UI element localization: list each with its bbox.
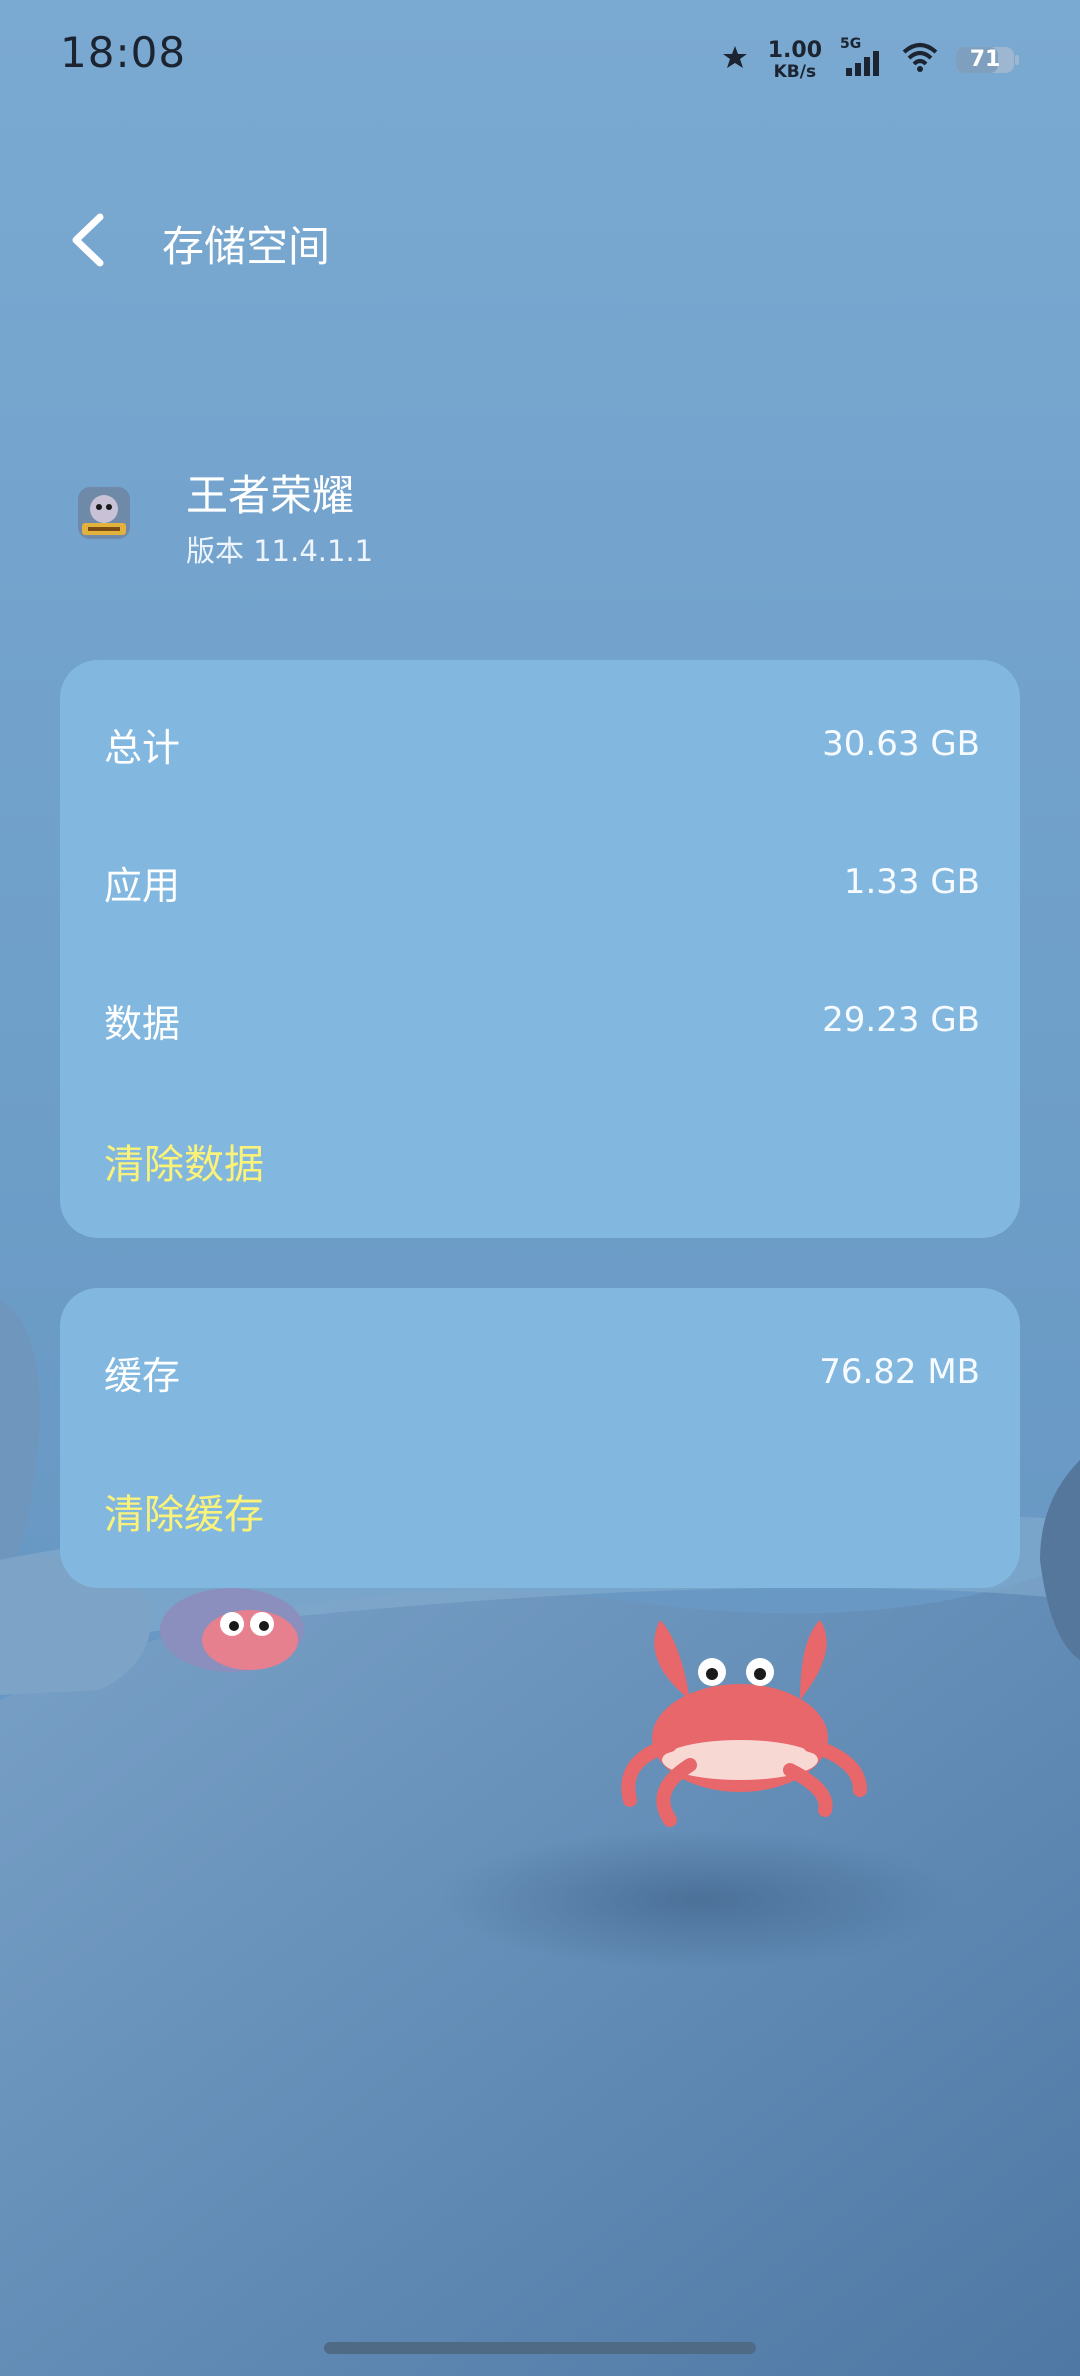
row-value: 1.33 GB: [843, 862, 980, 902]
clear-data-button[interactable]: 清除数据: [104, 1132, 264, 1190]
row-value: 30.63 GB: [822, 724, 980, 764]
chevron-left-icon: [72, 213, 104, 267]
battery-icon: 71: [956, 45, 1020, 75]
page-title: 存储空间: [162, 222, 331, 271]
home-indicator[interactable]: [324, 2342, 756, 2354]
alarm-icon: [720, 43, 750, 77]
row-label: 应用: [104, 863, 181, 908]
app-icon: [78, 487, 130, 539]
app-version: 版本 11.4.1.1: [186, 534, 374, 568]
storage-row-total: 总计 30.63 GB: [104, 704, 980, 784]
net-speed-value: 1.00: [767, 37, 822, 63]
storage-card: 总计 30.63 GB 应用 1.33 GB 数据 29.23 GB 清除数据: [60, 660, 1020, 1238]
row-value: 76.82 MB: [819, 1352, 980, 1392]
row-value: 29.23 GB: [822, 1000, 980, 1040]
storage-row-data: 数据 29.23 GB: [104, 980, 980, 1060]
storage-row-app: 应用 1.33 GB: [104, 842, 980, 922]
status-time: 18:08: [60, 28, 187, 77]
row-label: 总计: [104, 725, 181, 770]
clear-cache-button[interactable]: 清除缓存: [104, 1482, 264, 1540]
app-name: 王者荣耀: [186, 471, 355, 520]
status-icons: 1.00 KB/s 5G 71: [720, 34, 1020, 86]
cache-card: 缓存 76.82 MB 清除缓存: [60, 1288, 1020, 1588]
cache-row: 缓存 76.82 MB: [104, 1332, 980, 1412]
wifi-icon: [902, 42, 938, 78]
row-label: 数据: [104, 1001, 181, 1046]
back-button[interactable]: [60, 205, 120, 275]
signal-icon: 5G: [840, 36, 884, 78]
row-label: 缓存: [104, 1353, 181, 1398]
battery-level: 71: [969, 47, 1001, 72]
net-speed-unit: KB/s: [773, 61, 817, 82]
net-speed: 1.00 KB/s: [767, 37, 822, 82]
